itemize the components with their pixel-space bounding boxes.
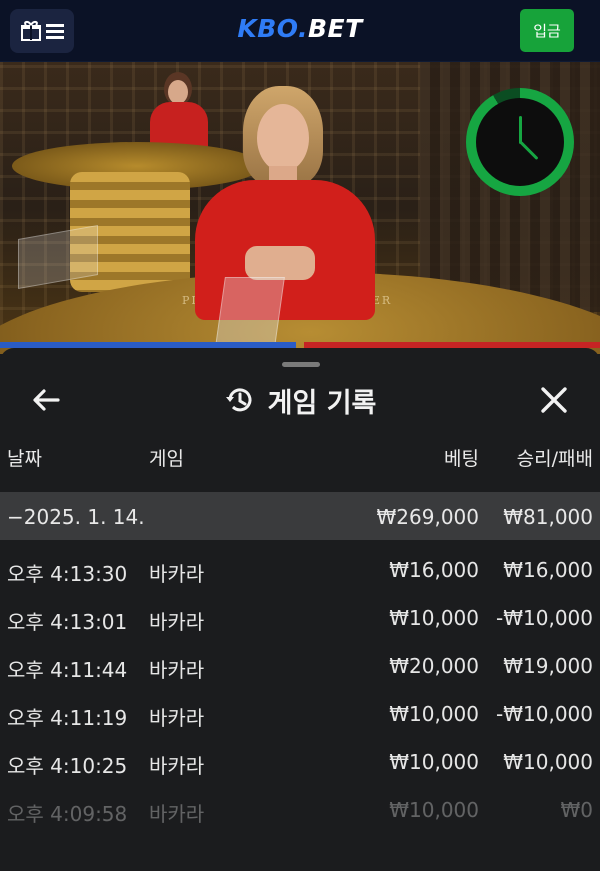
table-row[interactable]: 오후 4:13:30 바카라 ₩16,000 ₩16,000: [0, 554, 600, 602]
row-game: 바카라: [149, 610, 205, 634]
row-game: 바카라: [149, 658, 205, 682]
row-time: 오후 4:10:25: [7, 754, 128, 778]
betting-timer: [466, 88, 574, 196]
row-bet: ₩10,000: [389, 702, 479, 726]
day-bet-total: ₩269,000: [376, 505, 479, 529]
logo-part2: BET: [307, 14, 363, 43]
row-bet: ₩10,000: [389, 606, 479, 630]
sheet-header: 게임 기록: [0, 372, 600, 428]
row-time: 오후 4:13:30: [7, 562, 128, 586]
row-game: 바카라: [149, 802, 205, 826]
card-shoe: [215, 277, 285, 347]
column-game: 게임: [149, 448, 184, 470]
row-time: 오후 4:11:19: [7, 706, 128, 730]
row-time: 오후 4:11:44: [7, 658, 128, 682]
row-result: -₩10,000: [496, 606, 593, 630]
dealer: [185, 82, 385, 320]
deposit-button[interactable]: 입금: [520, 9, 574, 52]
row-time: 오후 4:13:01: [7, 610, 128, 634]
history-icon: [225, 388, 252, 412]
day-date: −2025. 1. 14.: [7, 505, 145, 529]
row-result: ₩10,000: [503, 750, 593, 774]
game-history-sheet: 게임 기록 날짜 게임 베팅 승리/패배 −2025. 1. 14. ₩269,…: [0, 348, 600, 871]
table-row[interactable]: 오후 4:10:25 바카라 ₩10,000 ₩10,000: [0, 746, 600, 794]
row-bet: ₩10,000: [389, 798, 479, 822]
row-result: -₩10,000: [496, 702, 593, 726]
column-bet: 베팅: [444, 448, 479, 470]
row-game: 바카라: [149, 754, 205, 778]
drag-handle[interactable]: [282, 362, 320, 367]
table-row[interactable]: 오후 4:11:44 바카라 ₩20,000 ₩19,000: [0, 650, 600, 698]
table-header: 날짜 게임 베팅 승리/패배: [0, 444, 600, 488]
site-logo[interactable]: KBO.BET: [0, 14, 600, 43]
day-result-total: ₩81,000: [503, 505, 593, 529]
column-result: 승리/패배: [516, 448, 593, 470]
sheet-title-text: 게임 기록: [267, 387, 377, 419]
row-result: ₩0: [560, 798, 594, 822]
clock-icon: [519, 116, 522, 144]
row-bet: ₩16,000: [389, 558, 479, 582]
row-bet: ₩20,000: [389, 654, 479, 678]
row-result: ₩19,000: [503, 654, 593, 678]
arrow-left-icon[interactable]: [28, 382, 64, 418]
table-row[interactable]: 오후 4:13:01 바카라 ₩10,000 -₩10,000: [0, 602, 600, 650]
top-bar: KBO.BET 입금: [0, 0, 600, 62]
column-date: 날짜: [7, 448, 42, 470]
row-time: 오후 4:09:58: [7, 802, 128, 826]
row-game: 바카라: [149, 562, 205, 586]
row-result: ₩16,000: [503, 558, 593, 582]
row-bet: ₩10,000: [389, 750, 479, 774]
row-game: 바카라: [149, 706, 205, 730]
table-row[interactable]: 오후 4:09:58 바카라 ₩10,000 ₩0: [0, 794, 600, 842]
history-list: 오후 4:13:30 바카라 ₩16,000 ₩16,000 오후 4:13:0…: [0, 554, 600, 842]
day-summary-row[interactable]: −2025. 1. 14. ₩269,000 ₩81,000: [0, 492, 600, 540]
sheet-title: 게임 기록: [0, 372, 600, 428]
table-row[interactable]: 오후 4:11:19 바카라 ₩10,000 -₩10,000: [0, 698, 600, 746]
live-video: PLAYER BANKER: [0, 62, 600, 354]
logo-part1: KBO.: [237, 14, 308, 43]
close-icon[interactable]: [536, 382, 572, 418]
